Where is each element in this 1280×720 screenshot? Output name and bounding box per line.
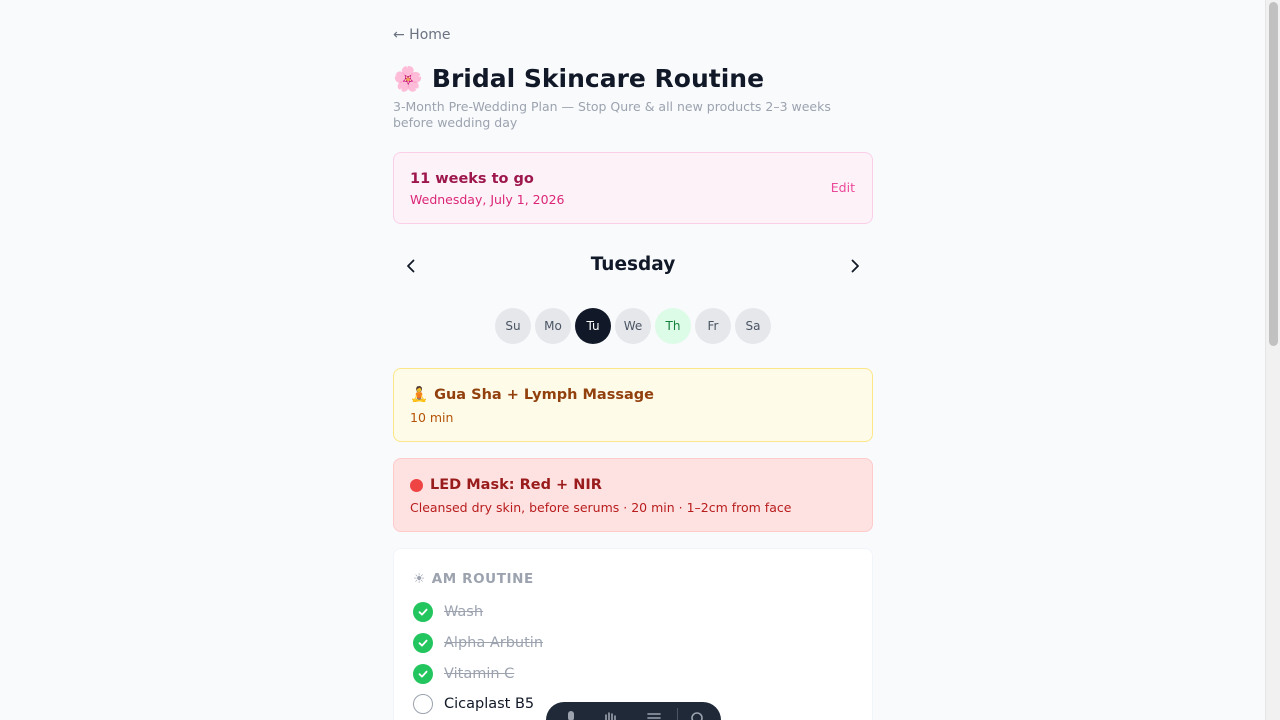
gear-icon[interactable] <box>688 709 706 720</box>
am-routine-heading-text: AM ROUTINE <box>431 571 534 587</box>
routine-step-wash[interactable]: Wash <box>413 601 483 623</box>
day-pill-we[interactable]: We <box>615 308 651 344</box>
gua-sha-duration: 10 min <box>410 410 454 425</box>
empty-checkbox-icon[interactable] <box>413 694 433 714</box>
weeks-to-go: 11 weeks to go <box>410 171 534 187</box>
hand-icon[interactable] <box>601 709 619 720</box>
gua-sha-card: 🧘 Gua Sha + Lymph Massage 10 min <box>393 368 873 442</box>
page-title: 🌸 Bridal Skincare Routine <box>393 62 764 96</box>
day-pill-sa[interactable]: Sa <box>735 308 771 344</box>
routine-step-label: Cicaplast B5 <box>444 696 535 712</box>
routine-step-label: Vitamin C <box>444 666 515 682</box>
routine-step-label: Wash <box>444 604 484 620</box>
led-mask-card: LED Mask: Red + NIR Cleansed dry skin, b… <box>393 458 873 532</box>
menu-icon[interactable] <box>645 709 663 720</box>
am-routine-heading: ☀ AM ROUTINE <box>413 571 534 587</box>
back-home-link[interactable]: ← Home <box>393 27 451 43</box>
day-navigator: Tuesday <box>393 250 873 282</box>
routine-step-vitamin-c[interactable]: Vitamin C <box>413 663 514 685</box>
chevron-right-icon <box>851 259 859 273</box>
microphone-icon[interactable] <box>562 709 580 720</box>
page-scrollbar[interactable] <box>1265 0 1280 720</box>
routine-step-alpha-arbutin[interactable]: Alpha Arbutin <box>413 632 543 654</box>
wedding-date: Wednesday, July 1, 2026 <box>410 192 565 207</box>
sun-icon: ☀ <box>413 571 426 587</box>
toolbar-divider <box>677 708 678 720</box>
edit-date-button[interactable]: Edit <box>831 180 855 195</box>
led-mask-title: LED Mask: Red + NIR <box>410 477 602 493</box>
day-pill-mo[interactable]: Mo <box>535 308 571 344</box>
checkmark-icon[interactable] <box>413 664 433 684</box>
routine-step-label: Alpha Arbutin <box>444 635 544 651</box>
gua-sha-title: 🧘 Gua Sha + Lymph Massage <box>410 386 654 404</box>
current-day-label: Tuesday <box>590 254 676 275</box>
day-pill-su[interactable]: Su <box>495 308 531 344</box>
day-pill-th[interactable]: Th <box>655 308 691 344</box>
week-day-selector: Su Mo Tu We Th Fr Sa <box>495 308 771 344</box>
floating-toolbar <box>546 702 721 720</box>
meditation-icon: 🧘 <box>410 387 429 403</box>
red-dot-icon <box>410 478 423 492</box>
page-title-text: Bridal Skincare Routine <box>431 64 765 93</box>
gua-sha-title-text: Gua Sha + Lymph Massage <box>434 386 654 403</box>
checkmark-icon[interactable] <box>413 602 433 622</box>
routine-step-cicaplast-b5[interactable]: Cicaplast B5 <box>413 693 534 715</box>
countdown-card: 11 weeks to go Wednesday, July 1, 2026 E… <box>393 152 873 224</box>
scrollbar-thumb[interactable] <box>1269 2 1278 346</box>
next-day-button[interactable] <box>843 254 867 278</box>
day-pill-tu[interactable]: Tu <box>575 308 611 344</box>
am-routine-card: ☀ AM ROUTINE Wash Alpha Arbutin Vitamin … <box>393 548 873 720</box>
page-subtitle: 3-Month Pre-Wedding Plan — Stop Qure & a… <box>393 99 831 130</box>
led-mask-title-text: LED Mask: Red + NIR <box>430 477 602 493</box>
day-pill-fr[interactable]: Fr <box>695 308 731 344</box>
flower-icon: 🌸 <box>393 65 423 93</box>
checkmark-icon[interactable] <box>413 633 433 653</box>
led-mask-detail: Cleansed dry skin, before serums · 20 mi… <box>410 500 792 515</box>
